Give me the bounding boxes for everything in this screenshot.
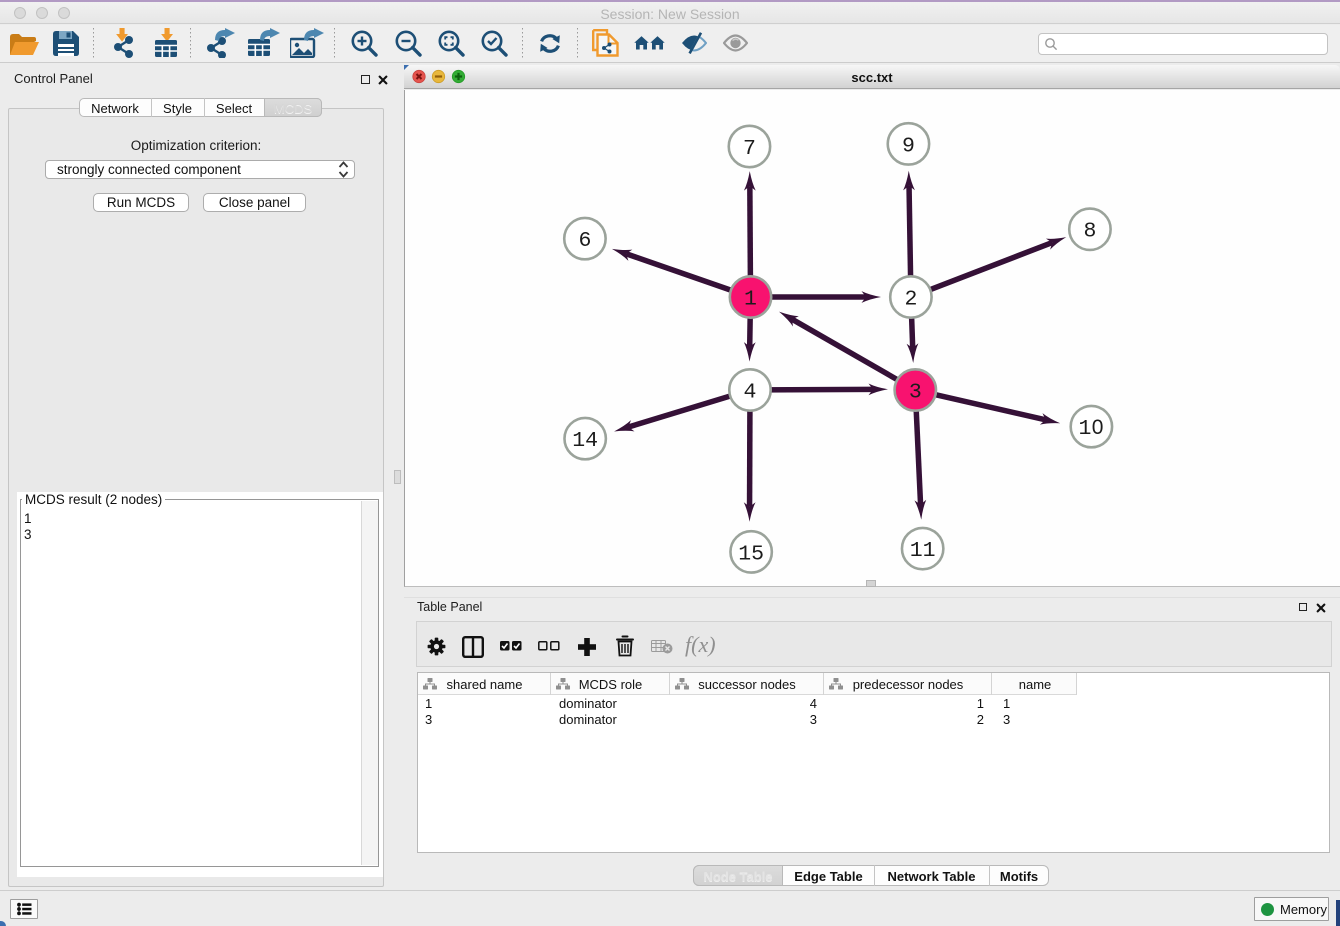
svg-text:4: 4: [744, 380, 757, 404]
svg-text:7: 7: [743, 137, 756, 161]
svg-text:2: 2: [904, 288, 917, 312]
svg-text:11: 11: [910, 539, 936, 563]
svg-text:8: 8: [1083, 220, 1096, 244]
svg-text:15: 15: [738, 542, 764, 566]
svg-text:3: 3: [909, 381, 922, 405]
svg-text:6: 6: [578, 229, 591, 253]
svg-text:0: 0: [1092, 416, 1104, 439]
svg-text:1: 1: [1079, 417, 1092, 441]
svg-text:14: 14: [572, 429, 598, 453]
svg-text:9: 9: [902, 134, 915, 158]
svg-text:1: 1: [744, 287, 757, 311]
